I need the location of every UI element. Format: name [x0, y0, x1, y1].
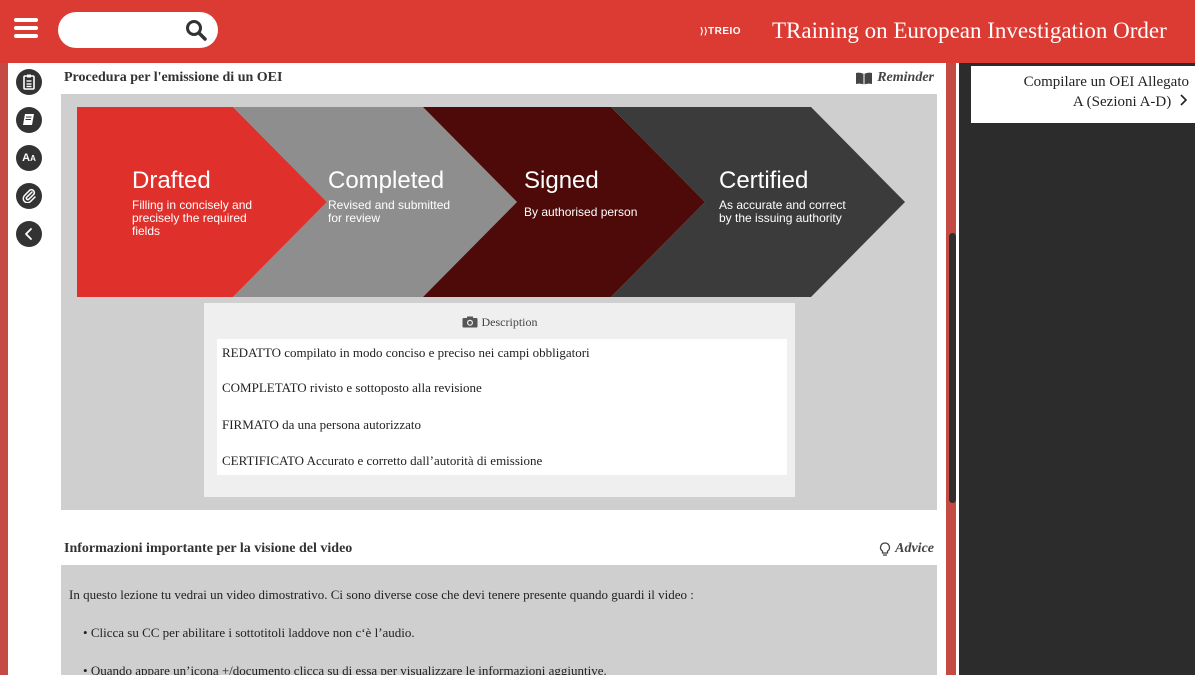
- left-rail: AA: [0, 63, 61, 675]
- step-completed: Completed Revised and submitted for revi…: [328, 167, 451, 225]
- list-item: • Quando appare un’icona +/documento cli…: [83, 663, 607, 675]
- main-scrollbar[interactable]: [949, 233, 956, 503]
- chevron-right-icon: [1180, 94, 1188, 106]
- list-item: FIRMATO da una persona autorizzato: [222, 417, 422, 432]
- next-lesson-title: Compilare un OEI Allegato: [1023, 74, 1189, 90]
- lightbulb-icon: [880, 542, 891, 556]
- list-item: • Clicca su CC per abilitare i sottotito…: [83, 625, 415, 640]
- description-list: REDATTO compilato in modo conciso e prec…: [217, 339, 787, 475]
- description-toggle[interactable]: Description: [204, 315, 795, 330]
- next-lesson-card[interactable]: Compilare un OEI Allegato A (Sezioni A-D…: [971, 66, 1195, 123]
- section-title-video-info: Informazioni importante per la visione d…: [64, 541, 353, 556]
- back-chevron-icon[interactable]: [16, 221, 42, 247]
- step-certified: Certified As accurate and correct by the…: [719, 167, 846, 225]
- search-icon[interactable]: [184, 18, 208, 42]
- app-title: TRaining on European Investigation Order: [772, 18, 1167, 43]
- procedure-panel: Drafted Filling in concisely and precise…: [61, 94, 937, 510]
- step-drafted: Drafted Filling in concisely and precise…: [132, 167, 253, 238]
- text-size-icon[interactable]: AA: [16, 145, 42, 171]
- attachment-icon[interactable]: [16, 183, 42, 209]
- reminder-tag[interactable]: Reminder: [855, 70, 934, 86]
- right-panel: Compilare un OEI Allegato A (Sezioni A-D…: [959, 63, 1195, 675]
- search-box[interactable]: [58, 12, 218, 48]
- book-icon[interactable]: [16, 107, 42, 133]
- top-bar: ⟩⟩TREIO TRaining on European Investigati…: [0, 0, 1195, 63]
- process-diagram: Drafted Filling in concisely and precise…: [77, 107, 907, 302]
- next-lesson-subtitle: A (Sezioni A-D): [1073, 93, 1189, 111]
- description-box: Description REDATTO compilato in modo co…: [204, 303, 795, 497]
- search-input[interactable]: [72, 18, 182, 42]
- list-item: COMPLETATO rivisto e sottoposto alla rev…: [222, 380, 482, 395]
- advice-tag[interactable]: Advice: [879, 541, 934, 557]
- step-signed: Signed By authorised person: [524, 167, 638, 219]
- camera-icon: [462, 316, 477, 328]
- treio-logo[interactable]: ⟩⟩TREIO: [700, 26, 741, 37]
- section-title-procedure: Procedura per l'emissione di un OEI: [64, 70, 283, 85]
- notes-icon[interactable]: [16, 69, 42, 95]
- intro-text: In questo lezione tu vedrai un video dim…: [69, 587, 694, 602]
- book-open-icon: [856, 72, 873, 84]
- list-item: REDATTO compilato in modo conciso e prec…: [222, 345, 590, 360]
- video-info-panel: In questo lezione tu vedrai un video dim…: [61, 565, 937, 675]
- list-item: CERTIFICATO Accurato e corretto dall’aut…: [222, 453, 543, 468]
- hamburger-menu-icon[interactable]: [14, 18, 38, 42]
- main-content: Procedura per l'emissione di un OEI Remi…: [61, 63, 946, 675]
